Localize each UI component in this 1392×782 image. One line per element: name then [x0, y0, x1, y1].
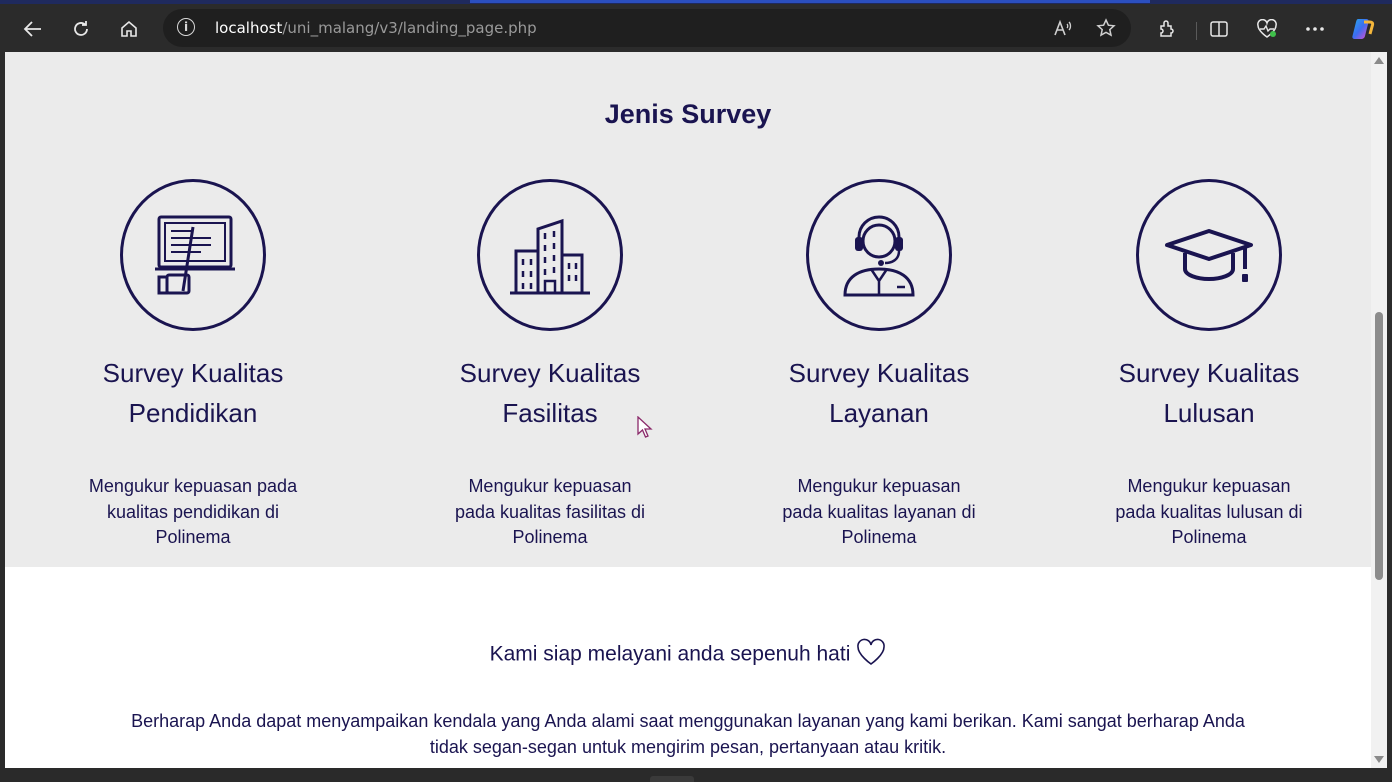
card-icon-circle [120, 179, 266, 331]
site-info-icon[interactable]: i [177, 18, 195, 36]
section-title: Jenis Survey [604, 99, 772, 129]
back-arrow-icon[interactable] [18, 14, 48, 44]
graduation-cap-icon [1165, 229, 1253, 282]
page-viewport: Jenis Survey Survey Kualitas Pendidikan [5, 52, 1371, 768]
card-title: Survey Kualitas Lulusan [1059, 353, 1359, 433]
scroll-down-arrow-icon[interactable] [1374, 756, 1384, 763]
taskbar-tab [650, 776, 694, 782]
browser-essentials-icon[interactable] [1252, 14, 1282, 44]
card-description: Mengukur kepuasan pada kualitas pendidik… [63, 474, 323, 551]
contact-tagline: Kami siap melayani anda sepenuh hati [5, 638, 1371, 672]
card-desc-line: kualitas pendidikan di [106, 501, 280, 522]
card-desc-line: Mengukur kepuasan [468, 476, 632, 496]
card-description: Mengukur kepuasan pada kualitas lulusan … [1089, 474, 1329, 551]
presentation-board-icon [155, 215, 235, 295]
paragraph-line: tidak segan-segan untuk mengirim pesan, … [429, 737, 947, 757]
extensions-icon[interactable] [1152, 14, 1182, 44]
card-desc-line: Mengukur kepuasan pada [88, 476, 298, 496]
card-icon-circle [806, 179, 952, 331]
card-icon-circle [477, 179, 623, 331]
card-title-line: Pendidikan [128, 398, 258, 428]
more-options-icon[interactable] [1300, 14, 1330, 44]
customer-service-icon [843, 215, 915, 297]
card-title-line: Survey Kualitas [788, 358, 970, 388]
taskbar-edge [0, 768, 1392, 782]
card-desc-line: Mengukur kepuasan [1127, 476, 1291, 496]
card-title: Survey Kualitas Pendidikan [43, 353, 343, 433]
card-icon-circle [1136, 179, 1282, 331]
scroll-up-arrow-icon[interactable] [1374, 57, 1384, 64]
url-host: localhost [215, 19, 283, 37]
paragraph-line: Berharap Anda dapat menyampaikan kendala… [131, 711, 1245, 731]
card-title-line: Lulusan [1163, 398, 1255, 428]
card-title-line: Fasilitas [502, 398, 598, 428]
accent-segment [470, 0, 1150, 3]
card-title: Survey Kualitas Fasilitas [400, 353, 700, 433]
browser-toolbar: i localhost/uni_malang/v3/landing_page.p… [0, 4, 1392, 52]
card-desc-line: Polinema [841, 527, 917, 547]
scrollbar-thumb[interactable] [1375, 312, 1383, 580]
card-desc-line: Polinema [512, 527, 588, 547]
url-path: /uni_malang/v3/landing_page.php [282, 19, 537, 37]
card-title-line: Survey Kualitas [102, 358, 284, 388]
buildings-icon [510, 218, 590, 295]
toolbar-separator [1196, 22, 1197, 40]
survey-section: Jenis Survey Survey Kualitas Pendidikan [5, 52, 1371, 567]
address-bar[interactable]: i localhost/uni_malang/v3/landing_page.p… [163, 9, 1131, 47]
card-description: Mengukur kepuasan pada kualitas fasilita… [430, 474, 670, 551]
card-desc-line: pada kualitas lulusan di [1115, 501, 1303, 522]
tagline-text: Kami siap melayani anda sepenuh hati [489, 642, 851, 666]
mouse-cursor-icon [637, 415, 653, 443]
card-title-line: Survey Kualitas [1118, 358, 1300, 388]
page-scrollbar[interactable] [1371, 52, 1387, 768]
card-description: Mengukur kepuasan pada kualitas layanan … [759, 474, 999, 551]
card-title-line: Survey Kualitas [459, 358, 641, 388]
split-screen-icon[interactable] [1204, 14, 1234, 44]
card-title-line: Layanan [829, 398, 929, 428]
favorite-star-icon[interactable] [1095, 17, 1117, 39]
card-title: Survey Kualitas Layanan [729, 353, 1029, 433]
card-desc-line: Mengukur kepuasan [797, 476, 961, 496]
url-text[interactable]: localhost/uni_malang/v3/landing_page.php [215, 19, 537, 37]
card-desc-line: Polinema [155, 527, 231, 547]
refresh-icon[interactable] [66, 14, 96, 44]
card-desc-line: Polinema [1171, 527, 1247, 547]
home-icon[interactable] [114, 14, 144, 44]
contact-paragraph: Berharap Anda dapat menyampaikan kendala… [65, 708, 1311, 760]
read-aloud-icon[interactable] [1052, 17, 1074, 39]
heart-icon [856, 638, 886, 672]
card-desc-line: pada kualitas layanan di [782, 501, 976, 522]
card-desc-line: pada kualitas fasilitas di [454, 501, 646, 522]
copilot-icon[interactable] [1348, 14, 1378, 44]
